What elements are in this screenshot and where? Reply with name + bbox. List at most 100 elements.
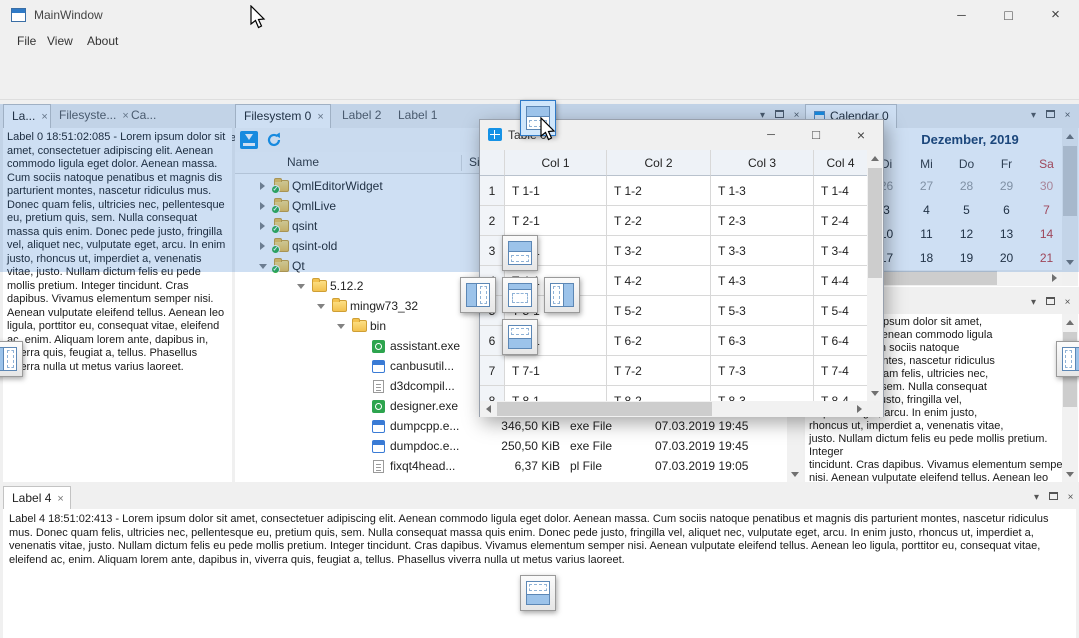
label5-vertical-scrollbar[interactable] — [1062, 314, 1078, 482]
table-row: 8 T 8-1 T 8-2 T 8-3 T 8-4 — [480, 386, 867, 401]
maximize-button[interactable]: □ — [801, 124, 831, 146]
tab-close-icon[interactable]: × — [57, 493, 63, 505]
table-cell[interactable]: T 3-4 — [814, 236, 867, 266]
dock-close-button[interactable]: × — [1063, 490, 1078, 506]
table-cell[interactable]: T 7-3 — [711, 356, 814, 386]
row-header[interactable]: 7 — [480, 356, 505, 386]
table-cell[interactable]: T 1-1 — [505, 176, 607, 206]
tree-item-size: 346,50 KiB — [440, 419, 560, 433]
label4-content: Label 4 18:51:02:413 - Lorem ipsum dolor… — [3, 509, 1076, 638]
expand-expanded-icon[interactable] — [317, 304, 325, 309]
menu-view[interactable]: View — [38, 30, 82, 52]
tabs-menu-button[interactable]: ▾ — [1026, 295, 1041, 311]
table-cell[interactable]: T 5-4 — [814, 296, 867, 326]
floating-table-window[interactable]: Table 0 ─ □ × Col 1 Col 2 Col 3 Col 4 1 … — [479, 119, 884, 417]
drop-indicator-area-bottom[interactable] — [502, 319, 538, 355]
tree-item-label: 5.12.2 — [330, 279, 363, 293]
tree-row[interactable]: dumpdoc.e... 250,50 KiB exe File 07.03.2… — [235, 436, 787, 456]
undock-button[interactable] — [1043, 295, 1058, 311]
column-header[interactable]: Col 4 — [814, 150, 867, 176]
table-cell[interactable]: T 5-3 — [711, 296, 814, 326]
table-cell[interactable]: T 8-2 — [607, 386, 711, 401]
drop-indicator-area-center[interactable] — [502, 277, 538, 313]
drop-indicator-area-right[interactable] — [544, 277, 580, 313]
folder-icon — [352, 320, 367, 332]
drop-indicator-container-right[interactable] — [1056, 341, 1079, 377]
undock-icon — [1049, 492, 1058, 500]
row-header[interactable]: 1 — [480, 176, 505, 206]
table-cell[interactable]: T 2-4 — [814, 206, 867, 236]
drop-indicator-area-top[interactable] — [502, 235, 538, 271]
app-icon — [11, 8, 26, 22]
table-cell[interactable]: T 1-4 — [814, 176, 867, 206]
table-corner-header — [480, 150, 505, 176]
close-button[interactable]: × — [846, 124, 876, 146]
tree-item-modified: 07.03.2019 19:45 — [655, 419, 748, 433]
table-cell[interactable]: T 6-4 — [814, 326, 867, 356]
tree-row[interactable]: fixqt4head... 6,37 KiB pl File 07.03.201… — [235, 456, 787, 476]
table-cell[interactable]: T 1-2 — [607, 176, 711, 206]
table-cell[interactable]: T 8-1 — [505, 386, 607, 401]
minimize-button[interactable]: ─ — [938, 0, 985, 30]
column-header[interactable]: Col 2 — [607, 150, 711, 176]
window-title: MainWindow — [34, 8, 103, 22]
tabs-menu-button[interactable]: ▾ — [1029, 490, 1044, 506]
expand-expanded-icon[interactable] — [337, 324, 345, 329]
scrollbar-thumb[interactable] — [497, 402, 712, 416]
scroll-up-button[interactable] — [867, 150, 883, 166]
table-cell[interactable]: T 6-2 — [607, 326, 711, 356]
tree-item-type: exe File — [570, 419, 612, 433]
menu-about[interactable]: About — [78, 30, 127, 52]
scroll-down-button[interactable] — [787, 466, 803, 482]
table-cell[interactable]: T 4-2 — [607, 266, 711, 296]
tree-item-label: bin — [370, 319, 386, 333]
tree-row[interactable]: dumpcpp.e... 346,50 KiB exe File 07.03.2… — [235, 416, 787, 436]
table-cell[interactable]: T 7-4 — [814, 356, 867, 386]
scroll-down-button[interactable] — [867, 385, 883, 401]
drop-indicator-container-bottom[interactable] — [520, 575, 556, 611]
scroll-right-button[interactable] — [1046, 270, 1062, 286]
table-cell[interactable]: T 7-2 — [607, 356, 711, 386]
drop-indicator-container-left[interactable] — [0, 341, 23, 377]
table-vertical-scrollbar[interactable] — [867, 150, 883, 401]
column-header[interactable]: Col 1 — [505, 150, 607, 176]
toolbar: Save State Restore State test1 ▾ Create … — [0, 52, 1079, 100]
table-cell[interactable]: T 6-3 — [711, 326, 814, 356]
scrollbar-thumb[interactable] — [868, 168, 882, 278]
undock-icon — [1046, 297, 1055, 305]
window-titlebar[interactable]: MainWindow ─ □ × — [0, 0, 1079, 30]
minimize-button[interactable]: ─ — [756, 124, 786, 146]
scroll-down-button[interactable] — [1062, 466, 1078, 482]
tree-item-label: assistant.exe — [390, 339, 460, 353]
table-cell[interactable]: T 3-2 — [607, 236, 711, 266]
scroll-right-button[interactable] — [851, 401, 867, 417]
row-header[interactable]: 2 — [480, 206, 505, 236]
maximize-button[interactable]: □ — [985, 0, 1032, 30]
close-button[interactable]: × — [1032, 0, 1079, 30]
table-cell[interactable]: T 1-3 — [711, 176, 814, 206]
scroll-up-button[interactable] — [1062, 314, 1078, 330]
table-cell[interactable]: T 2-2 — [607, 206, 711, 236]
row-header[interactable]: 8 — [480, 386, 505, 401]
table-row: 4 T 4-1 T 4-2 T 4-3 T 4-4 — [480, 266, 867, 296]
scroll-left-button[interactable] — [480, 401, 496, 417]
undock-button[interactable] — [1046, 490, 1061, 506]
exe-app-icon — [372, 420, 385, 433]
table-cell[interactable]: T 7-1 — [505, 356, 607, 386]
main-window: MainWindow ─ □ × File View About Save St… — [0, 0, 1079, 638]
expand-expanded-icon[interactable] — [297, 284, 305, 289]
table-horizontal-scrollbar[interactable] — [480, 401, 867, 417]
table-cell[interactable]: T 4-4 — [814, 266, 867, 296]
column-header[interactable]: Col 3 — [711, 150, 814, 176]
table-cell[interactable]: T 8-3 — [711, 386, 814, 401]
drop-indicator-area-left[interactable] — [460, 277, 496, 313]
table-cell[interactable]: T 2-3 — [711, 206, 814, 236]
table-cell[interactable]: T 2-1 — [505, 206, 607, 236]
tab-label4[interactable]: Label 4× — [3, 486, 71, 510]
table-cell[interactable]: T 4-3 — [711, 266, 814, 296]
table-row: 7 T 7-1 T 7-2 T 7-3 T 7-4 — [480, 356, 867, 386]
dock-close-button[interactable]: × — [1060, 295, 1075, 311]
table-cell[interactable]: T 5-2 — [607, 296, 711, 326]
table-cell[interactable]: T 3-3 — [711, 236, 814, 266]
table-cell[interactable]: T 8-4 — [814, 386, 867, 401]
